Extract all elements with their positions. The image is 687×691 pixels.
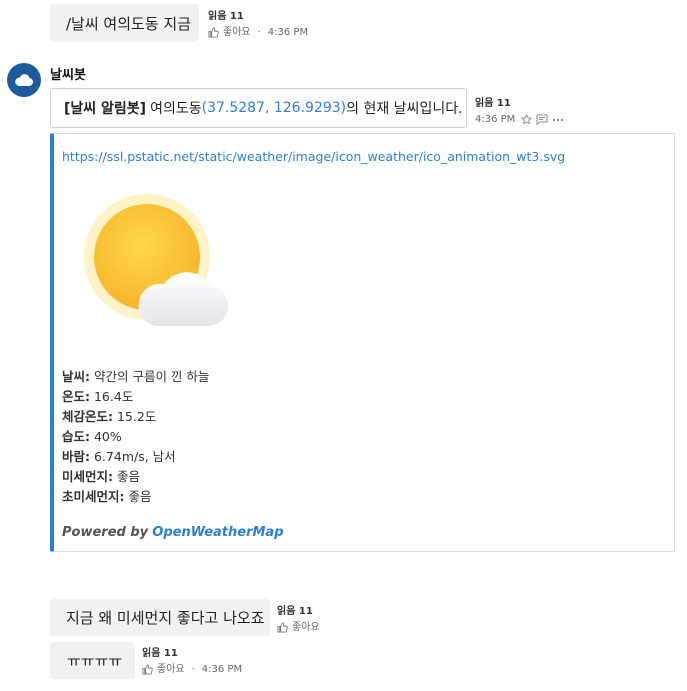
attachment-card: https://ssl.pstatic.net/static/weather/i…	[50, 133, 675, 552]
star-icon[interactable]	[521, 114, 533, 125]
message-suffix: 의 현재 날씨입니다.	[346, 101, 463, 117]
read-count[interactable]: 읽음 11	[142, 649, 242, 659]
message-bubble[interactable]: 지금 왜 미세먼지 좋다고 나오죠	[50, 599, 270, 636]
timestamp: 4:36 PM	[475, 113, 516, 125]
thumbs-up-icon[interactable]	[142, 664, 153, 675]
coordinates: (37.5287, 126.9293)	[201, 100, 347, 116]
bot-name[interactable]: 날씨봇	[50, 64, 86, 83]
fact-row: 체감온도: 15.2도	[62, 409, 157, 424]
message-text: 지금 왜 미세먼지 좋다고 나오죠	[66, 609, 265, 627]
message-bubble[interactable]: /날씨 여의도동 지금	[50, 4, 199, 42]
cloud-icon	[15, 74, 34, 87]
bot-message[interactable]: [날씨 알림봇] 여의도동 (37.5287, 126.9293) 의 현재 날씨입…	[50, 88, 467, 128]
message-meta: 읽음 11 좋아요	[277, 607, 320, 633]
powered-by: Powered by OpenWeatherMap	[62, 525, 284, 540]
message-text: /날씨 여의도동 지금	[66, 14, 191, 33]
message-meta: 읽음 11 좋아요 · 4:36 PM	[208, 11, 309, 38]
bot-title: [날씨 알림봇]	[64, 101, 147, 117]
thumbs-up-icon[interactable]	[277, 622, 288, 633]
fact-row: 날씨: 약간의 구름이 낀 하늘	[62, 369, 210, 384]
location: 여의도동	[150, 101, 202, 117]
avatar[interactable]	[7, 63, 41, 97]
like-label[interactable]: 좋아요	[157, 664, 185, 675]
openweathermap-link[interactable]: OpenWeatherMap	[152, 525, 283, 540]
fact-row: 초미세먼지: 좋음	[62, 489, 152, 504]
attachment-link[interactable]: https://ssl.pstatic.net/static/weather/i…	[62, 149, 565, 164]
message-text: ㅠㅠㅠㅠ	[67, 652, 123, 670]
like-label[interactable]: 좋아요	[223, 27, 251, 38]
message-meta: 읽음 11 좋아요 · 4:36 PM	[142, 648, 243, 675]
more-icon[interactable]	[552, 118, 564, 122]
sun-cloud-icon	[84, 194, 229, 327]
timestamp: 4:36 PM	[201, 663, 243, 675]
read-count[interactable]: 읽음 11	[475, 99, 564, 109]
fact-row: 습도: 40%	[62, 429, 122, 444]
timestamp: 4:36 PM	[267, 26, 309, 38]
comment-icon[interactable]	[536, 114, 548, 125]
read-count[interactable]: 읽음 11	[277, 607, 320, 617]
thumbs-up-icon[interactable]	[208, 27, 219, 38]
weather-facts: 날씨: 약간의 구름이 낀 하늘 온도: 16.4도 체감온도: 15.2도 습…	[62, 367, 209, 507]
like-label[interactable]: 좋아요	[292, 622, 320, 633]
read-count[interactable]: 읽음 11	[208, 12, 308, 22]
fact-row: 미세먼지: 좋음	[62, 469, 140, 484]
message-meta: 읽음 11 4:36 PM	[475, 99, 564, 125]
fact-row: 온도: 16.4도	[62, 389, 134, 404]
fact-row: 바람: 6.74m/s, 남서	[62, 449, 176, 464]
message-bubble[interactable]: ㅠㅠㅠㅠ	[50, 642, 135, 679]
